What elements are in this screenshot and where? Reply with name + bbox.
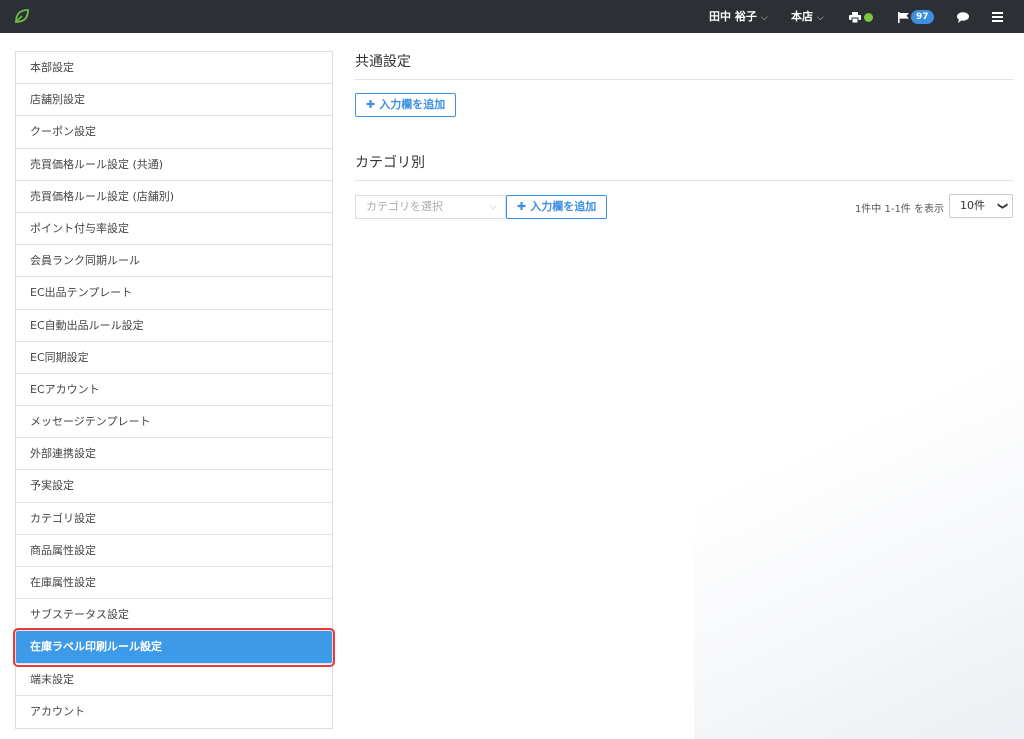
sidebar-item[interactable]: EC出品テンプレート xyxy=(16,277,332,310)
hamburger-menu-button[interactable] xyxy=(992,0,1003,33)
store-menu[interactable]: 本店 ⌵ xyxy=(791,0,824,33)
sidebar-item[interactable]: ポイント付与率設定 xyxy=(16,213,332,246)
printer-status-dot xyxy=(864,12,873,22)
chevron-down-icon: ⌵ xyxy=(760,13,768,23)
messages-button[interactable] xyxy=(957,0,969,33)
category-add-field-label: 入力欄を追加 xyxy=(530,200,597,213)
main-content: 共通設定 ✚ 入力欄を追加 カテゴリ別 カテゴリを選択 ⌵ ✚ 入力欄を追加 1件中… xyxy=(355,51,1013,220)
chevron-down-icon: ⌵ xyxy=(817,13,824,23)
chevron-down-icon: ❯ xyxy=(996,201,1008,211)
chevron-down-icon: ⌵ xyxy=(489,201,497,212)
category-add-field-button[interactable]: ✚ 入力欄を追加 xyxy=(506,195,608,219)
category-select[interactable]: カテゴリを選択 ⌵ xyxy=(355,195,506,219)
sidebar-item[interactable]: 売買価格ルール設定 (店舗別) xyxy=(16,181,332,213)
sidebar-item[interactable]: 在庫属性設定 xyxy=(16,567,332,600)
notifications[interactable]: 97 xyxy=(898,0,934,33)
sidebar-item[interactable]: 店舗別設定 xyxy=(16,84,332,117)
sidebar-item[interactable]: 予実設定 xyxy=(16,470,332,503)
leaf-logo-icon[interactable] xyxy=(12,6,32,26)
category-filter-row: カテゴリを選択 ⌵ ✚ 入力欄を追加 1件中 1-1件 を表示 10件 ❯ xyxy=(355,194,1013,220)
category-select-placeholder: カテゴリを選択 xyxy=(366,200,443,213)
sidebar-item[interactable]: サブステータス設定 xyxy=(16,599,332,632)
notification-count-badge: 97 xyxy=(911,10,934,24)
settings-sidebar: 本部設定 店舗別設定 クーポン設定 売買価格ルール設定 (共通) 売買価格ルール設定 (… xyxy=(13,51,335,729)
printer-icon xyxy=(849,11,861,23)
store-name: 本店 xyxy=(791,10,813,23)
page-size-value: 10件 xyxy=(960,199,985,212)
sidebar-item[interactable]: ECアカウント xyxy=(16,374,332,407)
chat-icon xyxy=(957,11,969,23)
user-name: 田中 裕子 xyxy=(709,10,757,23)
common-add-field-button[interactable]: ✚ 入力欄を追加 xyxy=(355,93,457,117)
flag-icon xyxy=(898,11,909,23)
background-shade xyxy=(694,290,1024,739)
sidebar-item[interactable]: 商品属性設定 xyxy=(16,535,332,567)
sidebar-item[interactable]: 売買価格ルール設定 (共通) xyxy=(16,149,332,181)
user-menu[interactable]: 田中 裕子 ⌵ xyxy=(709,0,768,33)
sidebar-item[interactable]: クーポン設定 xyxy=(16,116,332,149)
page-size-select[interactable]: 10件 ❯ xyxy=(949,194,1013,218)
menu-icon xyxy=(992,12,1003,22)
sidebar-item[interactable]: 在庫ラベル印刷ルール設定 xyxy=(13,628,335,667)
sidebar-item[interactable]: 端末設定 xyxy=(16,664,332,696)
top-navbar: 田中 裕子 ⌵ 本店 ⌵ 97 xyxy=(0,0,1024,33)
printer-status[interactable] xyxy=(849,0,873,33)
sidebar-item[interactable]: 外部連携設定 xyxy=(16,438,332,471)
sidebar-item[interactable]: 会員ランク同期ルール xyxy=(16,245,332,278)
sidebar-item[interactable]: アカウント xyxy=(16,696,332,728)
category-section-title: カテゴリ別 xyxy=(355,152,1013,181)
sidebar-item[interactable]: 本部設定 xyxy=(16,52,332,85)
common-settings-title: 共通設定 xyxy=(355,51,1013,80)
sidebar-item[interactable]: カテゴリ設定 xyxy=(16,503,332,535)
sidebar-item[interactable]: メッセージテンプレート xyxy=(16,406,332,439)
result-count-text: 1件中 1-1件 を表示 xyxy=(854,204,944,215)
sidebar-item[interactable]: EC自動出品ルール設定 xyxy=(16,310,332,342)
plus-icon: ✚ xyxy=(366,98,376,111)
plus-icon: ✚ xyxy=(517,200,527,213)
sidebar-item[interactable]: EC同期設定 xyxy=(16,342,332,374)
common-add-field-label: 入力欄を追加 xyxy=(379,98,446,111)
